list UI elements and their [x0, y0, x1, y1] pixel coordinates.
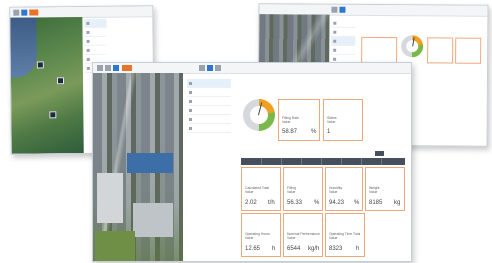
metric-tile[interactable] [455, 37, 482, 64]
list-item[interactable] [331, 45, 356, 55]
building-roof [133, 203, 173, 237]
building-roof [97, 173, 123, 223]
nominal-performance-tile[interactable]: Nominal Performance Value 6544 kg/h [283, 213, 323, 257]
operating-time-total-tile[interactable]: Operating Time Total Value 8323 h [325, 213, 365, 257]
device-list-item[interactable] [187, 115, 231, 124]
gauge [401, 35, 424, 58]
status-tile[interactable]: Status Value 1 [323, 99, 363, 141]
filling-tile[interactable]: Filling Value 56.33 % [283, 167, 323, 211]
list-item[interactable] [331, 36, 356, 46]
menu-icon[interactable] [13, 9, 20, 16]
grid-icon[interactable] [105, 65, 111, 71]
brand-logo [122, 65, 132, 71]
list-item[interactable] [84, 36, 107, 46]
operating-hours-tile[interactable]: Operating Hours Value 12.65 h [241, 213, 281, 257]
map-marker[interactable] [49, 111, 57, 119]
metric-tile[interactable] [361, 36, 398, 64]
back-icon[interactable] [199, 65, 205, 71]
list-item[interactable] [331, 27, 356, 37]
timeline-chip[interactable] [375, 151, 385, 156]
humidity-tile[interactable]: Humidity Value 94.23 % [325, 167, 363, 211]
device-list [187, 79, 231, 133]
device-list-item[interactable] [187, 97, 231, 106]
map-marker[interactable] [56, 77, 65, 85]
green-field [95, 231, 135, 261]
dashboard-window: Filling Rate Value 58.87 % Status Value … [92, 62, 412, 262]
map-marker[interactable] [36, 61, 44, 69]
device-list-item[interactable] [187, 79, 231, 88]
weight-tile[interactable]: Weight Value 8185 kg [365, 167, 405, 211]
list-item[interactable] [84, 18, 107, 28]
device-list-item[interactable] [187, 124, 231, 133]
home-icon[interactable] [113, 65, 119, 71]
list-item[interactable] [84, 27, 107, 37]
filling-rate-tile[interactable]: Filling Rate Value 58.87 % [278, 99, 320, 141]
building-roof [127, 153, 173, 173]
filling-gauge [243, 99, 275, 131]
metric-tile[interactable] [427, 37, 454, 64]
factory-window-list [331, 18, 356, 64]
list-item[interactable] [331, 18, 356, 28]
home-icon[interactable] [207, 65, 213, 71]
list-item[interactable] [84, 45, 107, 55]
list-icon[interactable] [215, 65, 221, 71]
menu-icon[interactable] [331, 6, 338, 13]
device-list-item[interactable] [187, 106, 231, 115]
brand-logo [29, 9, 39, 16]
home-icon[interactable] [21, 9, 28, 16]
device-list-item[interactable] [187, 88, 231, 97]
timeline-band[interactable] [241, 158, 405, 165]
calculated-total-tile[interactable]: Calculated Total Value 2.02 t/h [241, 167, 281, 211]
menu-icon[interactable] [97, 65, 103, 71]
home-icon[interactable] [339, 6, 346, 13]
